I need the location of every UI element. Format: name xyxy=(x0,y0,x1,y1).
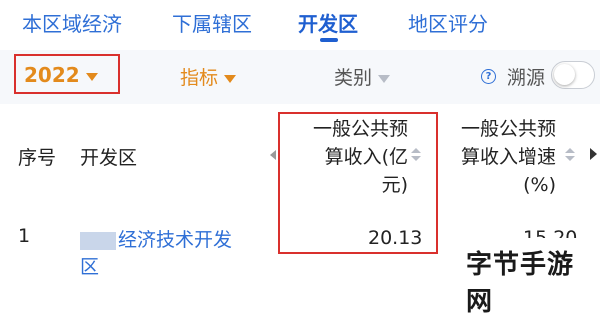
header-growth-line2: 算收入增速 xyxy=(460,146,556,168)
watermark-logo: 字节手游网 xyxy=(466,250,575,317)
redacted-text xyxy=(80,231,116,250)
chevron-down-icon xyxy=(85,72,98,81)
tab-bar: 本区域经济 下属辖区 开发区 地区评分 xyxy=(0,0,600,50)
metric-label: 指标 xyxy=(180,67,219,89)
active-tab-indicator xyxy=(320,38,338,42)
zone-name-line1: 经济技术开发 xyxy=(118,229,233,251)
tab-local-economy[interactable]: 本区域经济 xyxy=(22,8,122,37)
chevron-down-icon xyxy=(378,74,391,83)
sort-icon[interactable] xyxy=(565,148,575,162)
tab-development-zones[interactable]: 开发区 xyxy=(298,8,358,37)
header-index: 序号 xyxy=(18,147,57,169)
metric-dropdown[interactable]: 指标 xyxy=(180,63,237,90)
zone-link[interactable]: 经济技术开发 xyxy=(80,225,232,252)
chevron-down-icon xyxy=(224,74,237,83)
row-index: 1 xyxy=(18,225,31,247)
year-dropdown[interactable]: 2022 xyxy=(24,63,98,87)
help-icon[interactable]: ? xyxy=(481,69,496,84)
category-dropdown[interactable]: 类别 xyxy=(334,63,391,90)
tab-subordinate-districts[interactable]: 下属辖区 xyxy=(172,8,252,37)
header-budget-growth[interactable]: 一般公共预 算收入增速 (%) xyxy=(444,115,556,199)
trace-label: 溯源 xyxy=(507,67,546,89)
header-growth-line3: (%) xyxy=(523,174,556,196)
zone-name-line2[interactable]: 区 xyxy=(80,252,99,279)
year-value: 2022 xyxy=(24,63,80,87)
budget-value: 20.13 xyxy=(368,227,423,249)
scroll-right-icon[interactable] xyxy=(590,148,597,160)
tab-regional-rating[interactable]: 地区评分 xyxy=(408,8,488,37)
category-label: 类别 xyxy=(334,67,373,89)
scroll-left-icon[interactable] xyxy=(270,150,276,160)
trace-toggle[interactable] xyxy=(551,61,595,89)
header-zone: 开发区 xyxy=(80,147,138,169)
toggle-knob xyxy=(554,64,575,85)
header-growth-line1: 一般公共预 xyxy=(460,118,556,140)
